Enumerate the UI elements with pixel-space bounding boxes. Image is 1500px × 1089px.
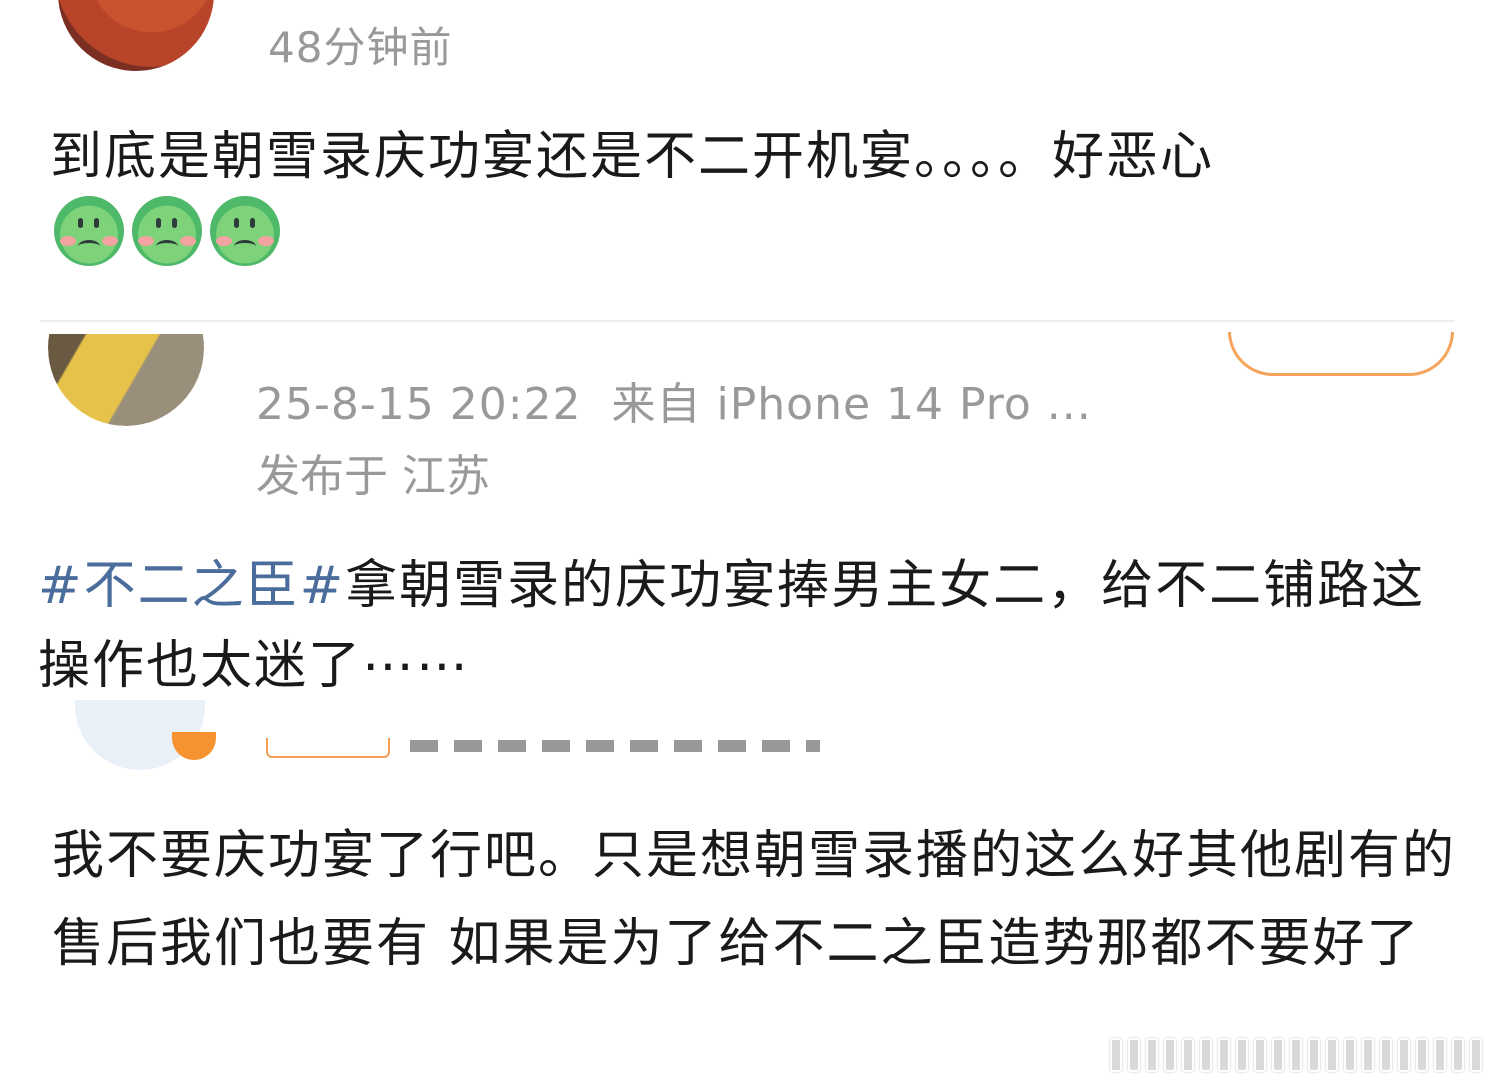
- nauseated-face-icon: [132, 196, 202, 266]
- emoji-group: [54, 196, 288, 288]
- post-location: 发布于 江苏: [256, 451, 490, 502]
- post-text: #不二之臣#拿朝雪录的庆功宴捧男主女二，给不二铺路这操作也太迷了⋯⋯: [38, 546, 1458, 706]
- nauseated-face-icon: [210, 196, 280, 266]
- post-datetime: 25-8-15 20:22: [256, 379, 582, 430]
- avatar[interactable]: [58, 0, 214, 71]
- post-text: 到底是朝雪录庆功宴还是不二开机宴。。。。好恶心: [50, 118, 1450, 288]
- hashtag-link[interactable]: #不二之臣#: [38, 556, 345, 616]
- post-meta: 25-8-15 20:22 来自 iPhone 14 Pro ...: [256, 368, 1092, 432]
- post-text-content: 到底是朝雪录庆功宴还是不二开机宴。。。。好恶心: [50, 127, 1215, 187]
- divider: [40, 320, 1455, 322]
- follow-button[interactable]: [1228, 332, 1454, 376]
- username-clipped: [410, 740, 820, 752]
- user-tag: [266, 738, 390, 758]
- post-time: 48分钟前: [268, 23, 453, 72]
- post-text: 我不要庆功宴了行吧。只是想朝雪录播的这么好其他剧有的售后我们也要有 如果是为了给…: [52, 826, 1457, 974]
- post-source: 来自 iPhone 14 Pro ...: [611, 379, 1092, 430]
- avatar[interactable]: [48, 334, 204, 426]
- nauseated-face-icon: [54, 196, 124, 266]
- watermark-barcode-icon: [1110, 1030, 1490, 1076]
